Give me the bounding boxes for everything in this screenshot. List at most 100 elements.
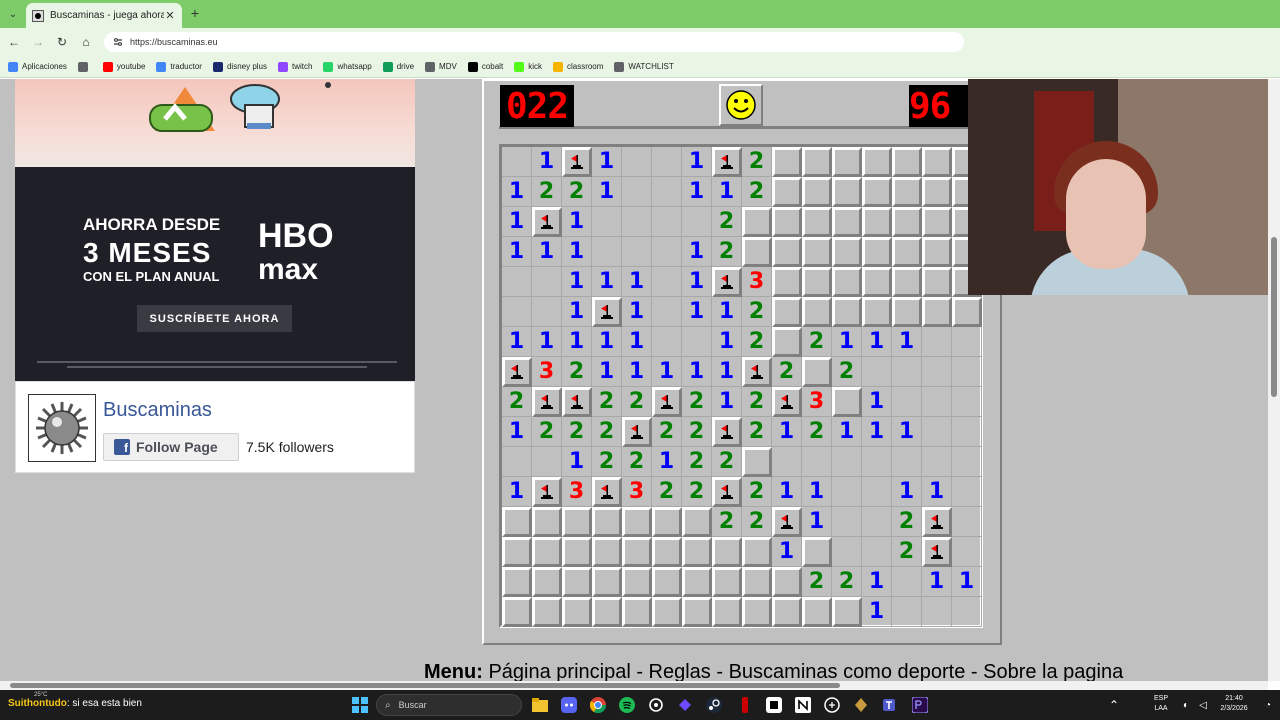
number-cell[interactable]: 2: [742, 147, 772, 177]
unrevealed-cell[interactable]: [922, 297, 952, 327]
app-red-icon[interactable]: [735, 695, 755, 715]
unrevealed-cell[interactable]: [622, 567, 652, 597]
empty-cell[interactable]: [952, 387, 982, 417]
empty-cell[interactable]: [832, 537, 862, 567]
number-cell[interactable]: 1: [802, 507, 832, 537]
unrevealed-cell[interactable]: [562, 537, 592, 567]
unrevealed-cell[interactable]: [952, 297, 982, 327]
empty-cell[interactable]: [652, 267, 682, 297]
number-cell[interactable]: 1: [802, 477, 832, 507]
number-cell[interactable]: 1: [922, 567, 952, 597]
empty-cell[interactable]: [622, 177, 652, 207]
unrevealed-cell[interactable]: [832, 147, 862, 177]
file-explorer-icon[interactable]: [530, 695, 550, 715]
number-cell[interactable]: 2: [562, 417, 592, 447]
unrevealed-cell[interactable]: [802, 267, 832, 297]
unrevealed-cell[interactable]: [772, 597, 802, 627]
flag-icon[interactable]: [712, 267, 742, 297]
number-cell[interactable]: 2: [562, 357, 592, 387]
number-cell[interactable]: 1: [622, 357, 652, 387]
number-cell[interactable]: 1: [862, 387, 892, 417]
chrome-icon[interactable]: [588, 695, 608, 715]
empty-cell[interactable]: [922, 417, 952, 447]
unrevealed-cell[interactable]: [772, 237, 802, 267]
empty-cell[interactable]: [862, 537, 892, 567]
fb-page-name-link[interactable]: Buscaminas: [103, 399, 212, 422]
number-cell[interactable]: 1: [502, 417, 532, 447]
flag-icon[interactable]: [562, 147, 592, 177]
number-cell[interactable]: 1: [772, 537, 802, 567]
chatgpt-icon[interactable]: [822, 695, 842, 715]
empty-cell[interactable]: [952, 537, 982, 567]
empty-cell[interactable]: [922, 357, 952, 387]
empty-cell[interactable]: [892, 567, 922, 597]
number-cell[interactable]: 1: [682, 357, 712, 387]
openai-icon[interactable]: [646, 695, 666, 715]
unrevealed-cell[interactable]: [772, 267, 802, 297]
number-cell[interactable]: 1: [712, 297, 742, 327]
empty-cell[interactable]: [532, 297, 562, 327]
empty-cell[interactable]: [892, 357, 922, 387]
ad-subscribe-button[interactable]: SUSCRÍBETE AHORA: [137, 305, 292, 332]
unrevealed-cell[interactable]: [622, 507, 652, 537]
empty-cell[interactable]: [802, 447, 832, 477]
site-info-icon[interactable]: [112, 36, 124, 48]
unrevealed-cell[interactable]: [652, 567, 682, 597]
unrevealed-cell[interactable]: [682, 597, 712, 627]
unrevealed-cell[interactable]: [892, 297, 922, 327]
unrevealed-cell[interactable]: [682, 507, 712, 537]
reset-smiley-button[interactable]: [719, 84, 763, 126]
number-cell[interactable]: 1: [622, 267, 652, 297]
number-cell[interactable]: 1: [892, 417, 922, 447]
empty-cell[interactable]: [832, 447, 862, 477]
bookmark-item[interactable]: kick: [514, 61, 542, 72]
empty-cell[interactable]: [952, 357, 982, 387]
flag-icon[interactable]: [742, 357, 772, 387]
unrevealed-cell[interactable]: [892, 267, 922, 297]
unrevealed-cell[interactable]: [922, 267, 952, 297]
unrevealed-cell[interactable]: [742, 597, 772, 627]
bookmark-item[interactable]: whatsapp: [323, 61, 372, 72]
unrevealed-cell[interactable]: [802, 237, 832, 267]
number-cell[interactable]: 2: [712, 237, 742, 267]
unrevealed-cell[interactable]: [802, 297, 832, 327]
unrevealed-cell[interactable]: [532, 507, 562, 537]
empty-cell[interactable]: [892, 597, 922, 627]
empty-cell[interactable]: [652, 177, 682, 207]
unrevealed-cell[interactable]: [802, 537, 832, 567]
bookmark-item[interactable]: traductor: [156, 61, 202, 72]
empty-cell[interactable]: [622, 207, 652, 237]
number-cell[interactable]: 1: [682, 267, 712, 297]
number-cell[interactable]: 2: [892, 507, 922, 537]
unrevealed-cell[interactable]: [802, 147, 832, 177]
number-cell[interactable]: 2: [772, 357, 802, 387]
flag-icon[interactable]: [922, 507, 952, 537]
flag-icon[interactable]: [712, 417, 742, 447]
unrevealed-cell[interactable]: [592, 567, 622, 597]
unrevealed-cell[interactable]: [652, 597, 682, 627]
menu-links[interactable]: Página principal - Reglas - Buscaminas c…: [488, 661, 1123, 681]
number-cell[interactable]: 2: [682, 447, 712, 477]
number-cell[interactable]: 2: [562, 177, 592, 207]
empty-cell[interactable]: [532, 267, 562, 297]
flag-icon[interactable]: [592, 297, 622, 327]
number-cell[interactable]: 2: [742, 477, 772, 507]
unrevealed-cell[interactable]: [832, 177, 862, 207]
empty-cell[interactable]: [952, 447, 982, 477]
empty-cell[interactable]: [682, 207, 712, 237]
empty-cell[interactable]: [592, 237, 622, 267]
empty-cell[interactable]: [622, 237, 652, 267]
number-cell[interactable]: 1: [502, 327, 532, 357]
number-cell[interactable]: 2: [802, 327, 832, 357]
flag-icon[interactable]: [712, 147, 742, 177]
number-cell[interactable]: 1: [592, 267, 622, 297]
number-cell[interactable]: 2: [682, 477, 712, 507]
number-cell[interactable]: 1: [622, 297, 652, 327]
empty-cell[interactable]: [952, 507, 982, 537]
number-cell[interactable]: 1: [712, 357, 742, 387]
empty-cell[interactable]: [502, 147, 532, 177]
unrevealed-cell[interactable]: [742, 567, 772, 597]
number-cell[interactable]: 1: [562, 207, 592, 237]
hbo-max-advertisement[interactable]: AHORRA DESDE 3 MESES CON EL PLAN ANUAL H…: [15, 79, 415, 381]
bookmark-item[interactable]: disney plus: [212, 61, 267, 72]
